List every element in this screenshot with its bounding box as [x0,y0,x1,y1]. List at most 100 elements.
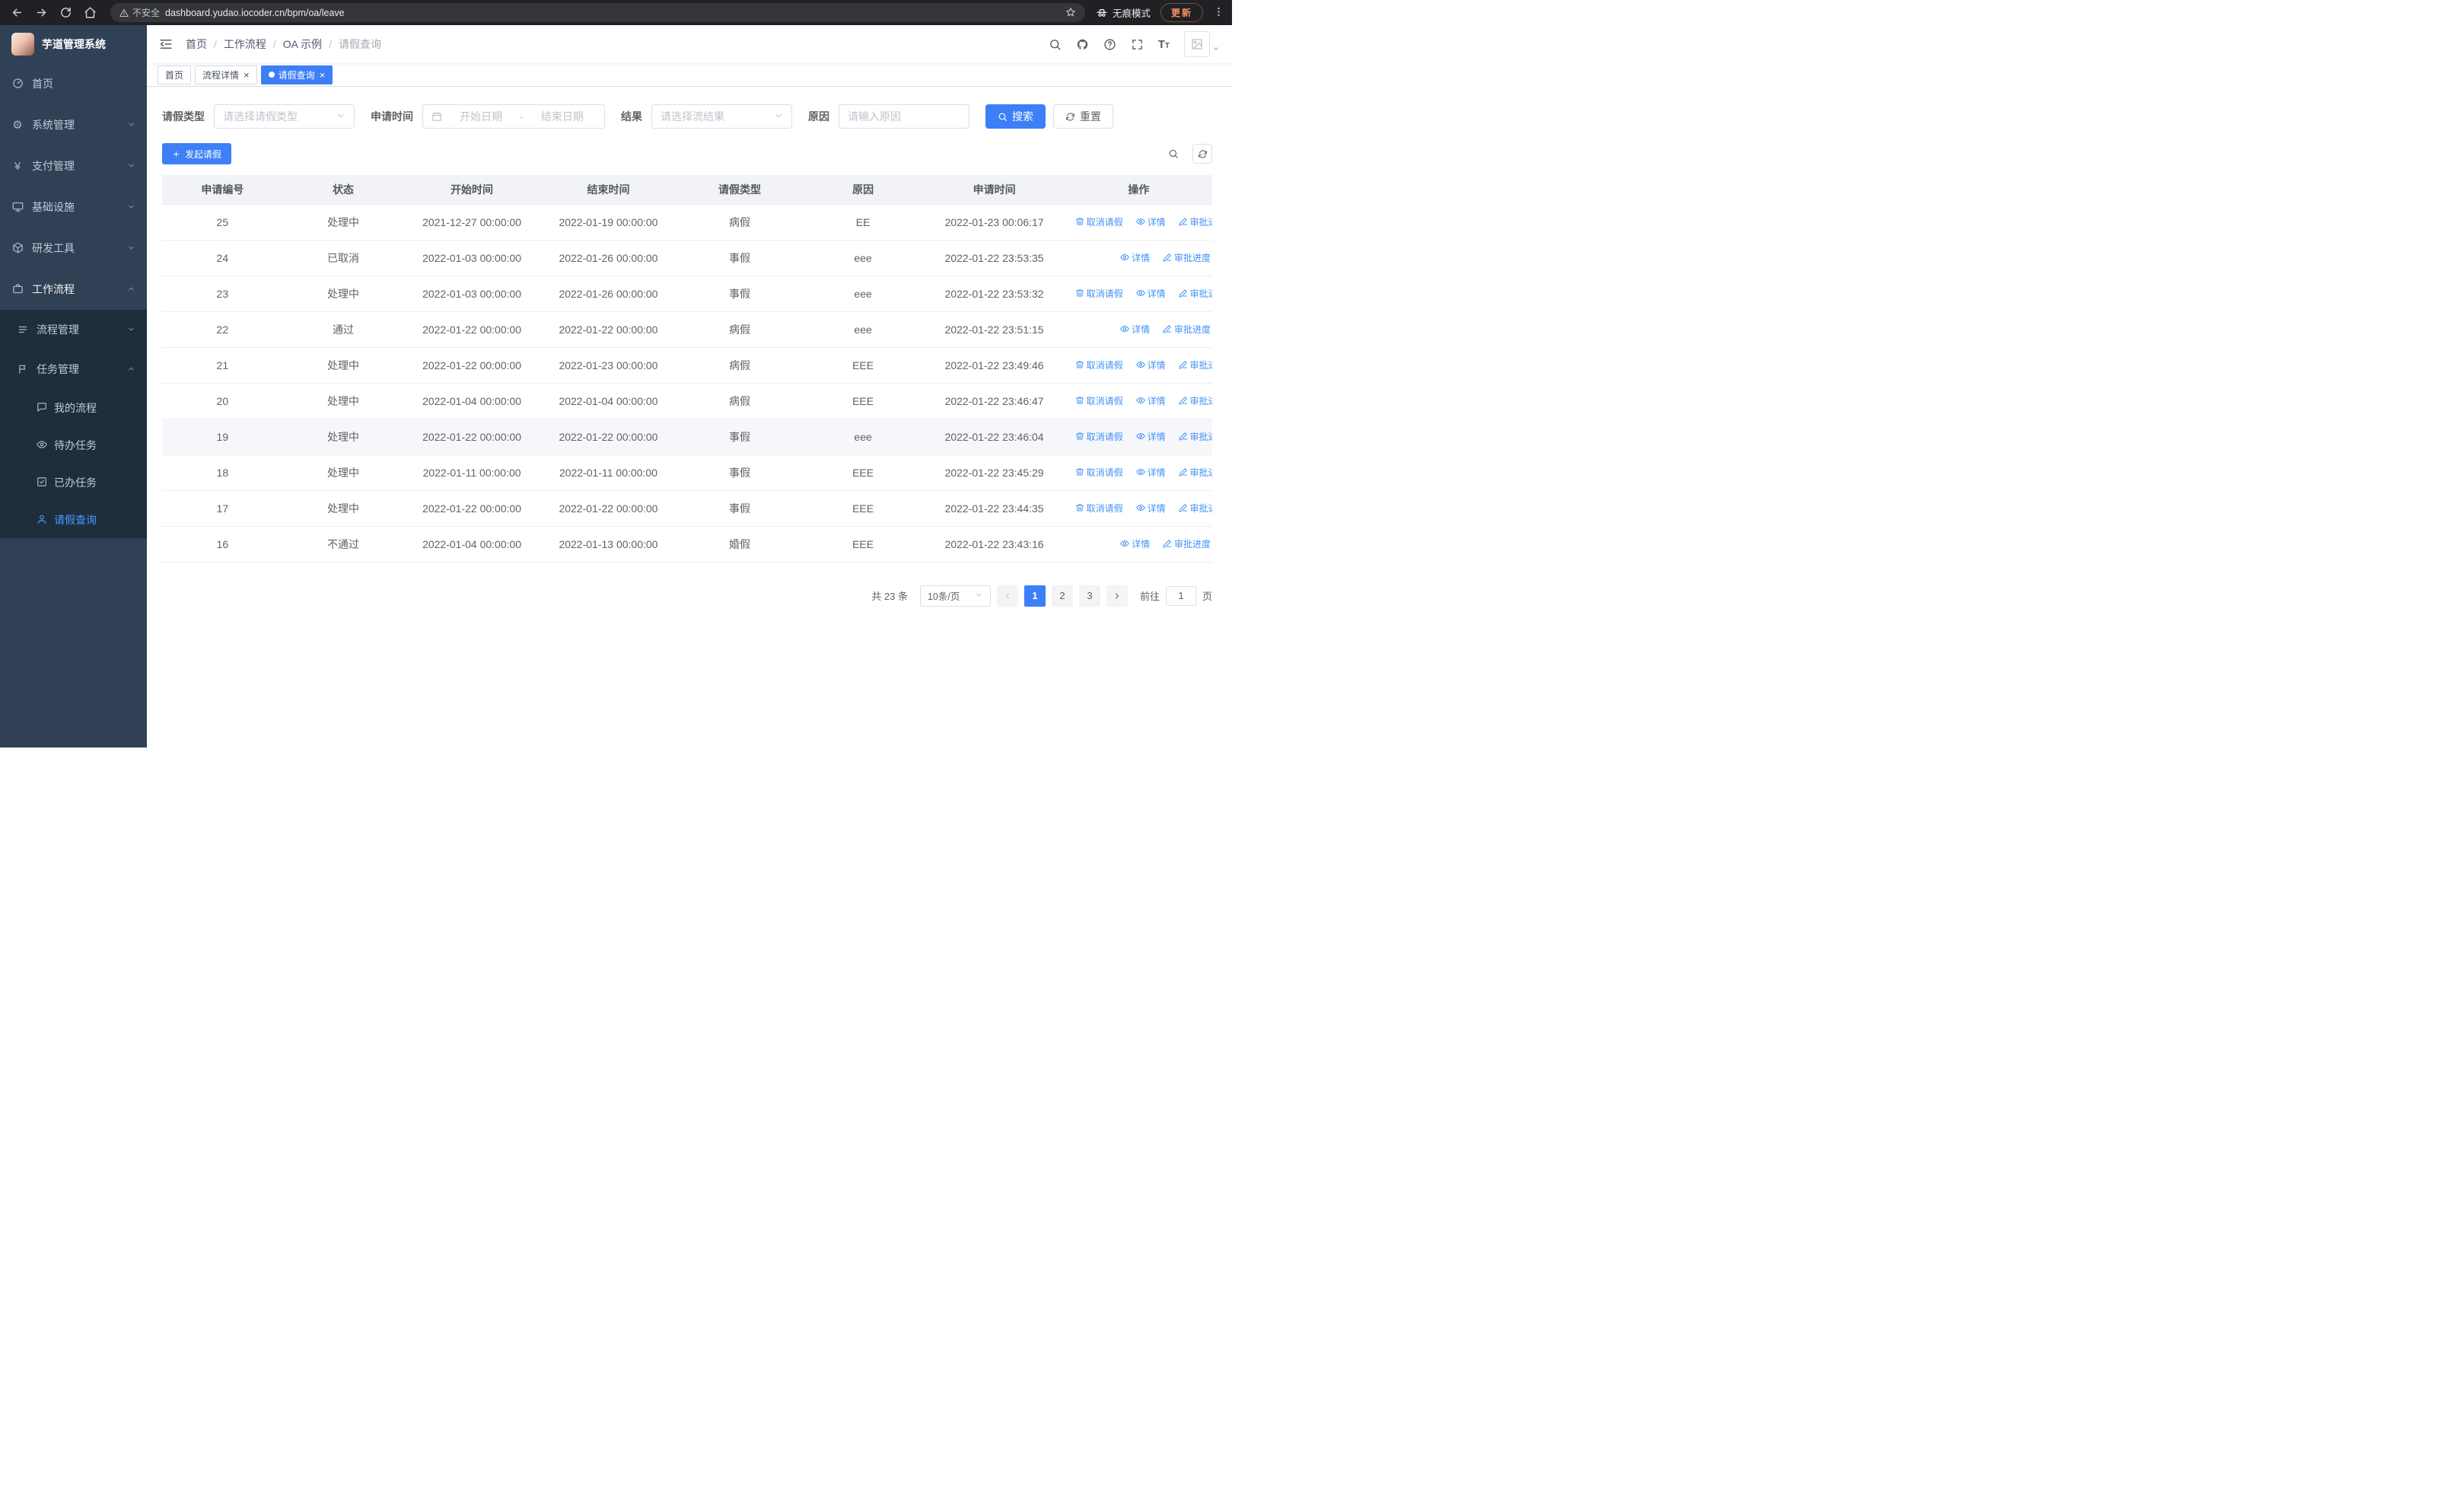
cancel-leave-link[interactable]: 取消请假 [1075,502,1123,515]
toggle-search-icon[interactable] [1164,144,1183,164]
help-icon[interactable] [1103,38,1116,51]
url-text: dashboard.yudao.iocoder.cn/bpm/oa/leave [165,7,345,18]
forward-icon[interactable] [35,6,48,19]
col-actions: 操作 [1065,175,1212,205]
prev-page-button[interactable] [996,585,1018,607]
detail-link[interactable]: 详情 [1136,287,1166,300]
refresh-table-icon[interactable] [1192,144,1212,164]
cancel-leave-link[interactable]: 取消请假 [1075,466,1123,479]
next-page-button[interactable] [1106,585,1128,607]
app-title: 芋道管理系统 [42,38,106,50]
plus-icon [172,150,180,158]
tab-process-detail[interactable]: 流程详情 × [195,65,257,84]
page-button-2[interactable]: 2 [1051,585,1073,607]
sidebar-item-devtools[interactable]: 研发工具 [0,228,147,269]
update-button[interactable]: 更新 [1160,3,1203,22]
close-icon[interactable]: × [320,70,326,80]
breadcrumb-item[interactable]: 首页 [186,37,207,52]
progress-link[interactable]: 审批进度 [1179,394,1212,407]
cancel-leave-link[interactable]: 取消请假 [1075,287,1123,300]
tab-leave-query[interactable]: 请假查询 × [260,65,333,84]
detail-link[interactable]: 详情 [1136,466,1166,479]
cancel-leave-link[interactable]: 取消请假 [1075,394,1123,407]
tags-view: 首页 流程详情 × 请假查询 × [147,63,1232,87]
reset-button[interactable]: 重置 [1053,104,1113,129]
cell-leave-type: 婚假 [676,526,803,563]
col-apply-no: 申请编号 [162,175,283,205]
result-label: 结果 [621,110,642,123]
leave-type-select[interactable] [214,104,355,129]
start-date-placeholder[interactable]: 开始日期 [447,109,514,124]
breadcrumb-item[interactable]: 工作流程 [207,37,266,52]
sidebar-item-label: 待办任务 [54,438,97,451]
progress-link[interactable]: 审批进度 [1163,251,1211,264]
goto-page-input[interactable] [1165,585,1196,606]
font-size-icon[interactable]: TT [1158,39,1170,50]
sidebar-item-home[interactable]: 首页 [0,63,147,104]
chevron-down-icon [127,161,135,171]
progress-link[interactable]: 审批进度 [1179,502,1212,515]
leave-type-input[interactable] [223,110,332,123]
tab-home[interactable]: 首页 [158,65,192,84]
fullscreen-icon[interactable] [1131,38,1144,51]
detail-link[interactable]: 详情 [1120,251,1150,264]
browser-menu-icon[interactable] [1213,6,1224,19]
sidebar-item-process-mgmt[interactable]: 流程管理 [0,310,147,349]
page-size-select[interactable]: 10条/页 [919,585,991,607]
address-bar[interactable]: 不安全 dashboard.yudao.iocoder.cn/bpm/oa/le… [110,3,1085,22]
user-avatar-menu[interactable] [1184,31,1220,57]
progress-link[interactable]: 审批进度 [1179,466,1212,479]
page-button-1[interactable]: 1 [1023,585,1046,607]
sidebar-item-done-tasks[interactable]: 已办任务 [0,464,147,501]
cancel-leave-link[interactable]: 取消请假 [1075,359,1123,371]
progress-link[interactable]: 审批进度 [1179,287,1212,300]
search-icon[interactable] [1049,38,1062,51]
reason-field[interactable] [839,104,969,129]
back-icon[interactable] [11,6,24,19]
create-leave-button[interactable]: 发起请假 [162,143,232,164]
security-warning[interactable]: 不安全 [119,6,160,19]
home-icon[interactable] [84,6,97,19]
sidebar-item-todo-tasks[interactable]: 待办任务 [0,426,147,464]
bookmark-star-icon[interactable] [1065,7,1076,19]
cell-reason: eee [802,311,924,348]
detail-link[interactable]: 详情 [1136,502,1166,515]
sidebar-item-task-mgmt[interactable]: 任务管理 [0,349,147,389]
detail-link[interactable]: 详情 [1120,323,1150,336]
end-date-placeholder[interactable]: 结束日期 [529,109,596,124]
detail-link[interactable]: 详情 [1136,394,1166,407]
cancel-leave-link[interactable]: 取消请假 [1075,215,1123,228]
sidebar-item-system[interactable]: ⚙ 系统管理 [0,104,147,145]
sidebar-item-my-process[interactable]: 我的流程 [0,389,147,426]
detail-link[interactable]: 详情 [1120,537,1150,550]
sidebar-item-infra[interactable]: 基础设施 [0,186,147,228]
sidebar-item-payment[interactable]: ¥ 支付管理 [0,145,147,186]
reset-button-label: 重置 [1080,110,1101,123]
trash-icon [1075,503,1084,512]
result-input[interactable] [661,110,769,123]
chevron-down-icon [774,111,783,122]
progress-link[interactable]: 审批进度 [1163,537,1211,550]
cancel-leave-link[interactable]: 取消请假 [1075,430,1123,443]
close-icon[interactable]: × [244,70,250,80]
sidebar-item-leave-query[interactable]: 请假查询 [0,501,147,538]
search-button[interactable]: 搜索 [985,104,1046,129]
pagination: 共 23 条 10条/页 1 2 3 前往 页 [162,585,1212,607]
progress-link[interactable]: 审批进度 [1179,430,1212,443]
detail-link[interactable]: 详情 [1136,359,1166,371]
progress-link[interactable]: 审批进度 [1163,323,1211,336]
reason-input[interactable] [848,110,960,123]
detail-link[interactable]: 详情 [1136,215,1166,228]
progress-label: 审批进度 [1189,431,1212,442]
breadcrumb-item[interactable]: OA 示例 [266,37,322,52]
progress-link[interactable]: 审批进度 [1179,215,1212,228]
github-icon[interactable] [1076,38,1089,51]
reload-icon[interactable] [59,6,72,19]
sidebar-item-workflow[interactable]: 工作流程 [0,269,147,310]
progress-link[interactable]: 审批进度 [1179,359,1212,371]
page-button-3[interactable]: 3 [1078,585,1100,607]
sidebar-collapse-icon[interactable] [159,37,173,51]
detail-link[interactable]: 详情 [1136,430,1166,443]
date-range-picker[interactable]: 开始日期 - 结束日期 [422,104,605,129]
result-select[interactable] [651,104,792,129]
